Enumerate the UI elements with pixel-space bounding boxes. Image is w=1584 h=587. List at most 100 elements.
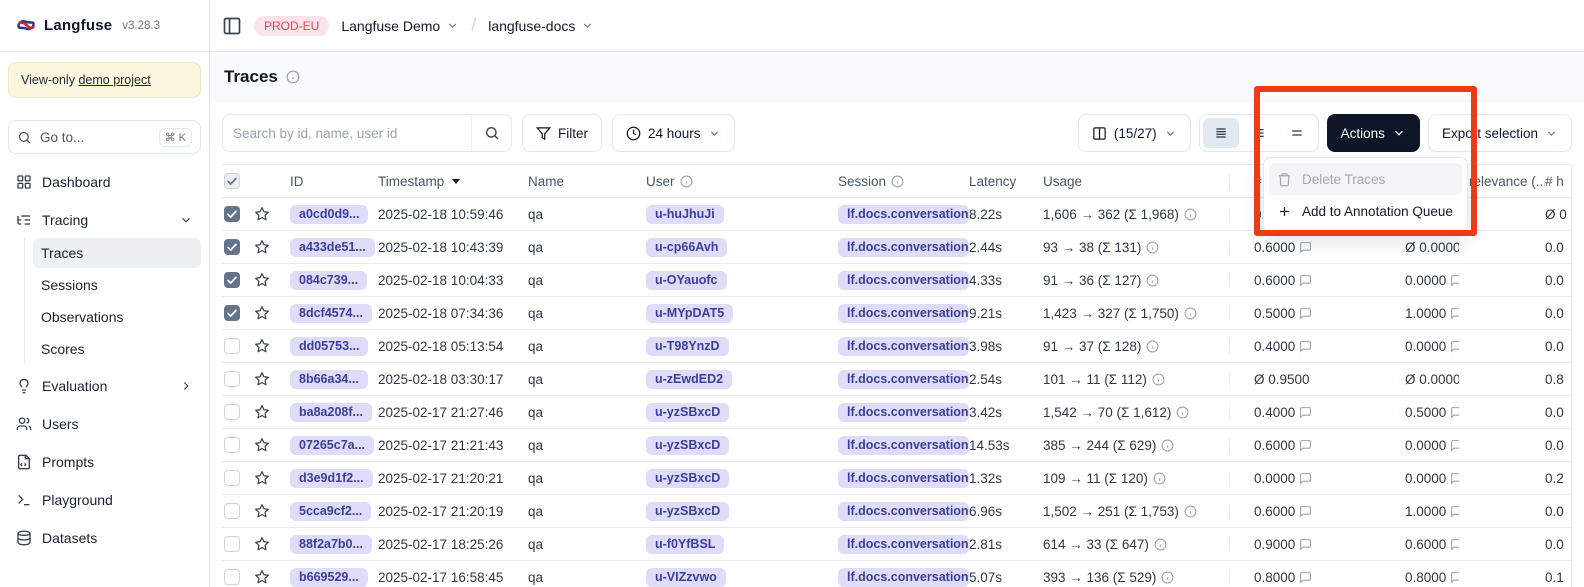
row-height-small-button[interactable] — [1203, 118, 1239, 148]
comment-icon[interactable] — [1450, 406, 1459, 419]
star-icon[interactable] — [254, 206, 270, 222]
user-badge[interactable]: u-f0YfBSL — [646, 535, 724, 554]
session-badge[interactable]: lf.docs.conversation... — [838, 403, 969, 422]
row-checkbox[interactable] — [224, 569, 240, 585]
table-row[interactable]: d3e9d1f2... 2025-02-17 21:20:21 qa u-yzS… — [222, 462, 1571, 495]
comment-icon[interactable] — [1299, 439, 1312, 452]
user-badge[interactable]: u-yzSBxcD — [646, 502, 729, 521]
column-header-name[interactable]: Name — [528, 174, 646, 189]
comment-icon[interactable] — [1299, 472, 1312, 485]
table-row[interactable]: a433de51... 2025-02-18 10:43:39 qa u-cp6… — [222, 231, 1571, 264]
trace-id-badge[interactable]: d3e9d1f2... — [290, 469, 373, 488]
sidebar-item-users[interactable]: Users — [8, 408, 201, 440]
comment-icon[interactable] — [1299, 505, 1312, 518]
search-submit-button[interactable] — [471, 115, 511, 151]
user-badge[interactable]: u-yzSBxcD — [646, 403, 729, 422]
time-range-button[interactable]: 24 hours — [612, 114, 735, 152]
sidebar-item-scores[interactable]: Scores — [33, 334, 201, 364]
table-row[interactable]: b669529... 2025-02-17 16:58:45 qa u-VIZz… — [222, 561, 1571, 587]
row-checkbox[interactable] — [224, 272, 240, 288]
select-all-checkbox[interactable] — [224, 173, 240, 189]
trace-id-badge[interactable]: 8dcf4574... — [290, 304, 372, 323]
session-badge[interactable]: lf.docs.conversation... — [838, 469, 969, 488]
row-checkbox[interactable] — [224, 437, 240, 453]
star-icon[interactable] — [254, 338, 270, 354]
search-input[interactable] — [223, 126, 471, 141]
row-height-medium-button[interactable] — [1241, 118, 1277, 148]
star-icon[interactable] — [254, 470, 270, 486]
trace-id-badge[interactable]: 88f2a7b0... — [290, 535, 372, 554]
row-checkbox[interactable] — [224, 470, 240, 486]
column-header-relevance[interactable]: relevance (... — [1459, 174, 1545, 189]
star-icon[interactable] — [254, 569, 270, 585]
session-badge[interactable]: lf.docs.conversation... — [838, 568, 969, 587]
user-badge[interactable]: u-T98YnzD — [646, 337, 729, 356]
project-switcher[interactable]: langfuse-docs — [488, 18, 594, 34]
comment-icon[interactable] — [1450, 505, 1459, 518]
trace-id-badge[interactable]: 084c739... — [290, 271, 367, 290]
user-badge[interactable]: u-MYpDAT5 — [646, 304, 733, 323]
session-badge[interactable]: lf.docs.conversation... — [838, 238, 969, 257]
actions-button[interactable]: Actions — [1327, 114, 1420, 152]
demo-project-link[interactable]: demo project — [78, 73, 150, 87]
column-header-latency[interactable]: Latency — [969, 174, 1043, 189]
row-height-large-button[interactable] — [1279, 118, 1315, 148]
column-header-id[interactable]: ID — [290, 174, 378, 189]
comment-icon[interactable] — [1450, 307, 1459, 320]
table-row[interactable]: 084c739... 2025-02-18 10:04:33 qa u-OYau… — [222, 264, 1571, 297]
column-header-count[interactable]: # h — [1545, 174, 1564, 189]
row-checkbox[interactable] — [224, 371, 240, 387]
table-row[interactable]: ba8a208f... 2025-02-17 21:27:46 qa u-yzS… — [222, 396, 1571, 429]
org-switcher[interactable]: Langfuse Demo — [341, 18, 459, 34]
star-icon[interactable] — [254, 536, 270, 552]
comment-icon[interactable] — [1450, 571, 1459, 584]
row-checkbox[interactable] — [224, 305, 240, 321]
user-badge[interactable]: u-VIZzvwo — [646, 568, 726, 587]
user-badge[interactable]: u-cp66Avh — [646, 238, 727, 257]
trace-id-badge[interactable]: dd05753... — [290, 337, 368, 356]
star-icon[interactable] — [254, 503, 270, 519]
comment-icon[interactable] — [1450, 340, 1459, 353]
column-visibility-button[interactable]: (15/27) — [1078, 114, 1191, 152]
trace-id-badge[interactable]: 8b66a34... — [290, 370, 368, 389]
row-checkbox[interactable] — [224, 536, 240, 552]
trace-id-badge[interactable]: 07265c7a... — [290, 436, 374, 455]
comment-icon[interactable] — [1450, 439, 1459, 452]
column-header-user[interactable]: User — [646, 174, 838, 189]
trace-id-badge[interactable]: ba8a208f... — [290, 403, 372, 422]
row-checkbox[interactable] — [224, 404, 240, 420]
sidebar-item-dashboard[interactable]: Dashboard — [8, 166, 201, 198]
session-badge[interactable]: lf.docs.conversation... — [838, 337, 969, 356]
sidebar-item-observations[interactable]: Observations — [33, 302, 201, 332]
table-row[interactable]: dd05753... 2025-02-18 05:13:54 qa u-T98Y… — [222, 330, 1571, 363]
session-badge[interactable]: lf.docs.conversation... — [838, 502, 969, 521]
row-checkbox[interactable] — [224, 206, 240, 222]
comment-icon[interactable] — [1299, 307, 1312, 320]
trace-id-badge[interactable]: a0cd0d9... — [290, 205, 368, 224]
table-row[interactable]: 5cca9cf2... 2025-02-17 21:20:19 qa u-yzS… — [222, 495, 1571, 528]
star-icon[interactable] — [254, 437, 270, 453]
menu-item-delete-traces[interactable]: Delete Traces — [1269, 163, 1462, 195]
star-icon[interactable] — [254, 305, 270, 321]
user-badge[interactable]: u-OYauofc — [646, 271, 727, 290]
comment-icon[interactable] — [1299, 406, 1312, 419]
sidebar-item-tracing[interactable]: Tracing — [8, 204, 201, 236]
session-badge[interactable]: lf.docs.conversation... — [838, 370, 969, 389]
row-checkbox[interactable] — [224, 503, 240, 519]
sidebar-item-datasets[interactable]: Datasets — [8, 522, 201, 554]
trace-id-badge[interactable]: 5cca9cf2... — [290, 502, 371, 521]
star-icon[interactable] — [254, 272, 270, 288]
row-checkbox[interactable] — [224, 239, 240, 255]
comment-icon[interactable] — [1299, 241, 1312, 254]
user-badge[interactable]: u-yzSBxcD — [646, 436, 729, 455]
user-badge[interactable]: u-yzSBxcD — [646, 469, 729, 488]
session-badge[interactable]: lf.docs.conversation... — [838, 271, 969, 290]
comment-icon[interactable] — [1450, 538, 1459, 551]
comment-icon[interactable] — [1299, 274, 1312, 287]
comment-icon[interactable] — [1450, 274, 1459, 287]
sidebar-item-prompts[interactable]: Prompts — [8, 446, 201, 478]
sidebar-toggle-icon[interactable] — [222, 16, 242, 36]
filter-button[interactable]: Filter — [522, 114, 602, 152]
export-selection-button[interactable]: Export selection — [1428, 114, 1572, 152]
goto-search-button[interactable]: Go to... ⌘ K — [8, 120, 201, 154]
